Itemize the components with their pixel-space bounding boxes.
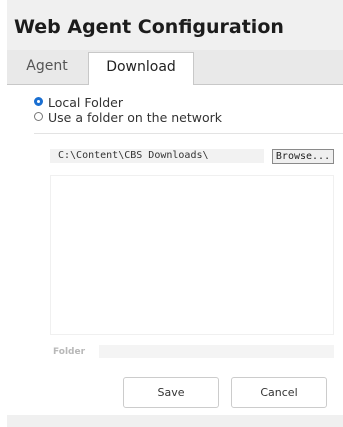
tab-agent[interactable]: Agent (7, 52, 87, 83)
browse-button[interactable]: Browse... (272, 149, 334, 164)
config-window: Web Agent Configuration Agent Download L… (7, 0, 343, 427)
local-folder-label: Local Folder (48, 95, 123, 110)
download-path-field[interactable]: C:\Content\CBS Downloads\ (50, 149, 264, 163)
section-divider (34, 133, 343, 134)
network-folder-option[interactable]: Use a folder on the network (34, 111, 222, 125)
tab-download[interactable]: Download (88, 52, 194, 85)
local-folder-radio[interactable] (34, 97, 43, 106)
network-folder-label: Use a folder on the network (48, 110, 223, 125)
tab-strip: Agent Download (7, 50, 343, 85)
network-folder-radio[interactable] (34, 112, 43, 121)
download-panel: Local Folder Use a folder on the network… (7, 85, 343, 415)
local-folder-option[interactable]: Local Folder (34, 96, 123, 110)
window-title: Web Agent Configuration (14, 16, 284, 38)
folder-label: Folder (53, 347, 86, 357)
cancel-button[interactable]: Cancel (231, 377, 327, 408)
save-button[interactable]: Save (123, 377, 219, 408)
folder-list[interactable] (50, 175, 334, 335)
folder-input[interactable] (99, 345, 334, 358)
